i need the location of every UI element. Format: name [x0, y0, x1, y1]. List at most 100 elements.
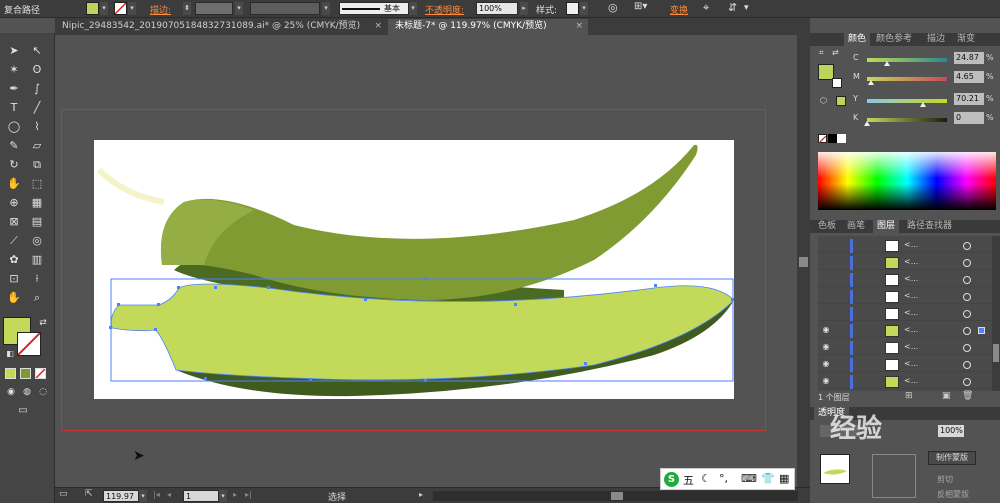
clip-checkbox-label[interactable]: 剪切 — [937, 474, 953, 485]
tab-pathfinder[interactable]: 路径查找器 — [903, 220, 956, 233]
type-tool-icon[interactable]: T — [5, 100, 23, 116]
slider-y[interactable]: Y 70.21 % — [850, 93, 1000, 107]
panel-stroke-swatch[interactable] — [832, 78, 842, 88]
layer-row[interactable]: <... — [818, 239, 992, 253]
stroke-weight-stepper[interactable]: ⬍ — [183, 2, 191, 15]
status-expand-icon[interactable]: ▸ — [419, 490, 423, 499]
eyedropper-icon[interactable]: ⟋ — [5, 233, 23, 249]
slider-knob[interactable] — [867, 80, 874, 85]
pen-tool-icon[interactable]: ✒ — [5, 81, 23, 97]
stroke-color-box[interactable] — [17, 332, 41, 356]
arrange-icon[interactable]: ⇵ — [728, 1, 737, 14]
horizontal-scrollbar[interactable] — [433, 491, 798, 501]
tab-gradient[interactable]: 渐变 — [953, 33, 979, 46]
slice-tool-icon[interactable]: ⟊ — [28, 271, 46, 287]
slider-track[interactable] — [867, 58, 947, 62]
quick-white-swatch[interactable] — [837, 134, 846, 143]
selection-tool-icon[interactable]: ➤ — [5, 43, 23, 59]
tab-untitled[interactable]: 未标题-7* @ 119.97% (CMYK/预览) × — [388, 19, 588, 35]
symbol-sprayer-icon[interactable]: ✿ — [5, 252, 23, 268]
layer-row[interactable]: <... — [818, 256, 992, 270]
swap-colors-icon[interactable]: ⇄ — [832, 48, 839, 57]
status-menu-icon[interactable]: ▭ — [59, 489, 68, 499]
channel-value[interactable]: 4.65 — [954, 71, 984, 83]
none-mode-icon[interactable] — [35, 368, 46, 379]
swap-icon[interactable]: ⇄ — [34, 315, 52, 331]
stroke-weight-field[interactable] — [195, 2, 233, 15]
trash-icon[interactable]: 🗑 — [962, 391, 973, 401]
stroke-swatch[interactable] — [114, 2, 127, 15]
slider-track[interactable] — [867, 118, 947, 122]
brush-dropdown[interactable]: ▾ — [409, 2, 417, 15]
fill-dropdown[interactable]: ▾ — [100, 2, 108, 15]
isolate-icon[interactable]: ⌖ — [703, 1, 709, 15]
quick-none-swatch[interactable] — [818, 134, 827, 144]
artboard-tool-icon[interactable]: ⊡ — [5, 271, 23, 287]
ime-mode-label[interactable]: 五 — [683, 472, 694, 488]
artboard-number-field[interactable]: 1 — [183, 490, 219, 502]
ellipse-tool-icon[interactable]: ◯ — [5, 119, 23, 135]
quick-black-swatch[interactable] — [828, 134, 837, 143]
rotate-tool-icon[interactable]: ↻ — [5, 157, 23, 173]
scale-tool-icon[interactable]: ⧉ — [28, 157, 46, 173]
channel-value[interactable]: 70.21 — [954, 93, 984, 105]
gradient-tool-icon[interactable]: ▤ — [28, 214, 46, 230]
eraser-icon[interactable]: ▱ — [28, 138, 46, 154]
gradient-mode-icon[interactable] — [20, 368, 31, 379]
transparency-opacity-field[interactable]: 100% — [938, 425, 964, 437]
first-artboard-icon[interactable]: |◂ — [153, 490, 160, 499]
hand-tool-icon[interactable]: ✋ — [5, 290, 23, 306]
transform-link[interactable]: 变换 — [670, 3, 688, 16]
screen-mode-icon[interactable]: ▭ — [14, 403, 32, 419]
skin-icon[interactable]: 👕 — [761, 472, 775, 485]
panel-menu-icon[interactable]: ▾ — [744, 3, 749, 13]
slider-m[interactable]: M 4.65 % — [850, 71, 1000, 85]
recolor-icon[interactable]: ◎ — [608, 1, 618, 14]
slider-knob[interactable] — [920, 102, 927, 107]
tab-layers[interactable]: 图层 — [873, 220, 900, 233]
layer-row-selected[interactable]: ◉ <... — [818, 324, 992, 338]
slider-knob[interactable] — [864, 121, 870, 126]
punctuation-icon[interactable]: °, — [719, 472, 728, 485]
export-icon[interactable]: ⇱ — [85, 489, 93, 499]
slider-track[interactable] — [867, 77, 947, 81]
stroke-dropdown[interactable]: ▾ — [128, 2, 136, 15]
brush-definition-field[interactable]: 基本 — [339, 2, 409, 15]
okra-artwork[interactable] — [94, 140, 734, 399]
default-colors-icon[interactable]: ◧ — [1, 346, 19, 362]
layer-row[interactable]: <... — [818, 307, 992, 321]
none-swatch-icon[interactable]: ⌗ — [819, 48, 824, 58]
next-artboard-icon[interactable]: ▸ — [233, 490, 237, 499]
keyboard-icon[interactable]: ⌨ — [741, 472, 757, 485]
lasso-icon[interactable]: ʘ — [28, 62, 46, 78]
stroke-label[interactable]: 描边: — [150, 3, 171, 16]
direct-selection-tool-icon[interactable]: ↖ — [28, 43, 46, 59]
last-artboard-icon[interactable]: ▸| — [245, 490, 252, 499]
magic-wand-icon[interactable]: ✶ — [5, 62, 23, 78]
gamut-swatch[interactable] — [836, 96, 846, 106]
graphic-style-dropdown[interactable]: ▾ — [580, 2, 588, 15]
fill-swatch[interactable] — [86, 2, 99, 15]
invert-mask-checkbox-label[interactable]: 反相蒙版 — [937, 489, 969, 500]
tab-nipic[interactable]: Nipic_29483542_20190705184832731089.ai* … — [55, 19, 387, 35]
free-transform-icon[interactable]: ⬚ — [28, 176, 46, 192]
align-icon[interactable]: ⊞▾ — [634, 1, 647, 12]
opacity-label[interactable]: 不透明度: — [425, 3, 464, 16]
new-sublayer-icon[interactable]: ▣ — [942, 391, 951, 401]
stroke-weight-dropdown[interactable]: ▾ — [235, 2, 243, 15]
scrollbar-thumb[interactable] — [799, 257, 808, 267]
layer-row[interactable]: ◉ <... — [818, 341, 992, 355]
shape-builder-icon[interactable]: ⊕ — [5, 195, 23, 211]
channel-value[interactable]: 0 — [954, 112, 984, 124]
channel-value[interactable]: 24.87 — [954, 52, 984, 64]
tab-brushes[interactable]: 画笔 — [843, 220, 869, 233]
moon-icon[interactable]: ☾ — [701, 472, 711, 485]
tab-swatches[interactable]: 色板 — [814, 220, 840, 233]
pencil-icon[interactable]: ✎ — [5, 138, 23, 154]
layer-row[interactable]: <... — [818, 290, 992, 304]
mask-thumbnail[interactable] — [872, 454, 916, 498]
close-icon[interactable]: × — [374, 19, 382, 34]
warp-tool-icon[interactable]: ✋ — [5, 176, 23, 192]
layer-row[interactable]: <... — [818, 273, 992, 287]
zoom-tool-icon[interactable]: ⌕ — [28, 290, 46, 306]
